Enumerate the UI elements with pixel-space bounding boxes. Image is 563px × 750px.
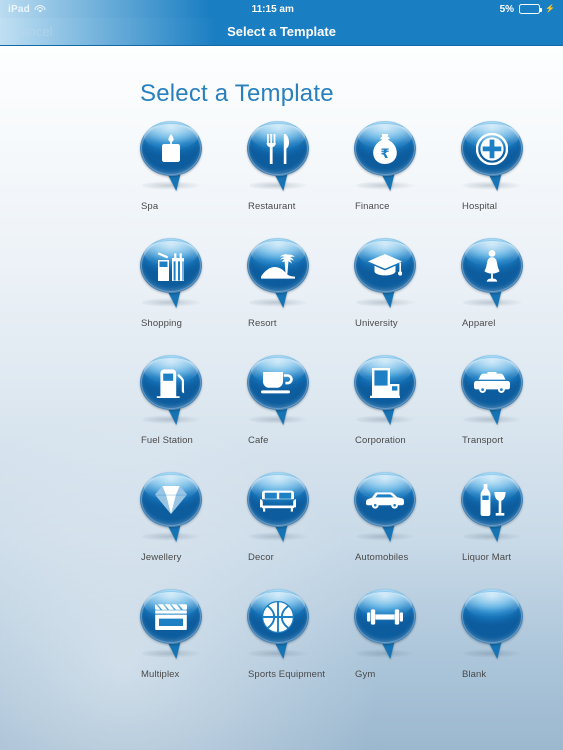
template-label: Sports Equipment [248, 669, 326, 680]
template-label: Resort [248, 318, 277, 329]
bubble-body [247, 355, 309, 410]
template-label: Jewellery [141, 552, 182, 563]
nav-bar-title: Select a Template [227, 24, 336, 39]
template-icon-bubble[interactable] [354, 472, 418, 544]
navigation-bar: Cancel Select a Template [0, 18, 563, 46]
template-label: Transport [462, 435, 504, 446]
lightning-bolt-icon: ⚡ [545, 4, 555, 13]
bubble-body [354, 355, 416, 410]
page-title: Select a Template [140, 80, 334, 107]
template-item-sports-equipment[interactable]: Sports Equipment [247, 589, 354, 706]
bubble-body [354, 121, 416, 176]
template-label: Corporation [355, 435, 406, 446]
template-item-automobiles[interactable]: Automobiles [354, 472, 461, 589]
wifi-icon [34, 4, 46, 14]
template-icon-bubble[interactable] [461, 355, 525, 427]
bubble-body [140, 121, 202, 176]
bubble-body [461, 355, 523, 410]
main-content: Select a Template Spa Restaurant ₹ Finance H… [0, 47, 563, 750]
bubble-body [140, 238, 202, 293]
battery-icon [519, 4, 543, 14]
cancel-button[interactable]: Cancel [0, 24, 52, 39]
bubble-body [461, 589, 523, 644]
template-label: Spa [141, 201, 159, 212]
bubble-body [247, 589, 309, 644]
template-label: Hospital [462, 201, 498, 212]
template-icon-bubble[interactable]: ₹ [354, 121, 418, 193]
bubble-body [354, 238, 416, 293]
template-item-spa[interactable]: Spa [140, 121, 247, 238]
status-bar: iPad 11:15 am 5% ⚡ [0, 0, 563, 18]
template-item-resort[interactable]: Resort [247, 238, 354, 355]
bubble-body [247, 472, 309, 527]
template-icon-bubble[interactable] [140, 238, 204, 310]
template-icon-bubble[interactable] [461, 589, 525, 661]
template-icon-bubble[interactable] [247, 355, 311, 427]
template-item-transport[interactable]: Transport [461, 355, 563, 472]
template-item-blank[interactable]: Blank [461, 589, 563, 706]
bubble-body [461, 238, 523, 293]
template-icon-bubble[interactable] [461, 472, 525, 544]
template-label: Multiplex [141, 669, 180, 680]
template-label: Automobiles [355, 552, 409, 563]
template-item-apparel[interactable]: Apparel [461, 238, 563, 355]
template-icon-bubble[interactable] [461, 238, 525, 310]
template-icon-bubble[interactable] [140, 472, 204, 544]
template-label: Decor [248, 552, 274, 563]
bubble-body [354, 589, 416, 644]
template-label: Restaurant [248, 201, 296, 212]
template-grid: Spa Restaurant ₹ Finance Hospital Shopping Res… [140, 121, 540, 706]
template-label: Liquor Mart [462, 552, 512, 563]
template-item-university[interactable]: University [354, 238, 461, 355]
bubble-body [140, 472, 202, 527]
bubble-body [247, 121, 309, 176]
template-item-cafe[interactable]: Cafe [247, 355, 354, 472]
template-item-gym[interactable]: Gym [354, 589, 461, 706]
template-icon-bubble[interactable] [247, 238, 311, 310]
template-icon-bubble[interactable] [247, 121, 311, 193]
template-label: University [355, 318, 398, 329]
status-bar-center: 11:15 am [46, 4, 500, 15]
template-label: Fuel Station [141, 435, 193, 446]
template-icon-bubble[interactable] [140, 589, 204, 661]
clock: 11:15 am [251, 3, 294, 15]
template-item-finance[interactable]: ₹ Finance [354, 121, 461, 238]
template-item-corporation[interactable]: Corporation [354, 355, 461, 472]
template-item-shopping[interactable]: Shopping [140, 238, 247, 355]
template-icon-bubble[interactable] [140, 355, 204, 427]
template-item-jewellery[interactable]: Jewellery [140, 472, 247, 589]
template-item-multiplex[interactable]: Multiplex [140, 589, 247, 706]
template-icon-bubble[interactable] [461, 121, 525, 193]
template-label: Shopping [141, 318, 182, 329]
template-item-decor[interactable]: Decor [247, 472, 354, 589]
template-icon-bubble[interactable] [247, 589, 311, 661]
template-label: Blank [462, 669, 487, 680]
bubble-body [461, 121, 523, 176]
template-label: Gym [355, 669, 376, 680]
bubble-body [461, 472, 523, 527]
bubble-body [247, 238, 309, 293]
template-icon-bubble[interactable] [140, 121, 204, 193]
template-label: Cafe [248, 435, 269, 446]
template-item-fuel-station[interactable]: Fuel Station [140, 355, 247, 472]
template-item-liquor-mart[interactable]: Liquor Mart [461, 472, 563, 589]
bubble-body [354, 472, 416, 527]
bubble-body [140, 355, 202, 410]
template-label: Finance [355, 201, 390, 212]
battery-percent: 5% [499, 3, 515, 15]
device-name: iPad [8, 3, 30, 15]
template-icon-bubble[interactable] [354, 355, 418, 427]
template-icon-bubble[interactable] [247, 472, 311, 544]
status-bar-right: 5% ⚡ [500, 4, 555, 15]
template-item-restaurant[interactable]: Restaurant [247, 121, 354, 238]
status-bar-left: iPad [8, 4, 46, 15]
bubble-body [140, 589, 202, 644]
template-icon-bubble[interactable] [354, 238, 418, 310]
template-item-hospital[interactable]: Hospital [461, 121, 563, 238]
template-icon-bubble[interactable] [354, 589, 418, 661]
template-label: Apparel [462, 318, 496, 329]
